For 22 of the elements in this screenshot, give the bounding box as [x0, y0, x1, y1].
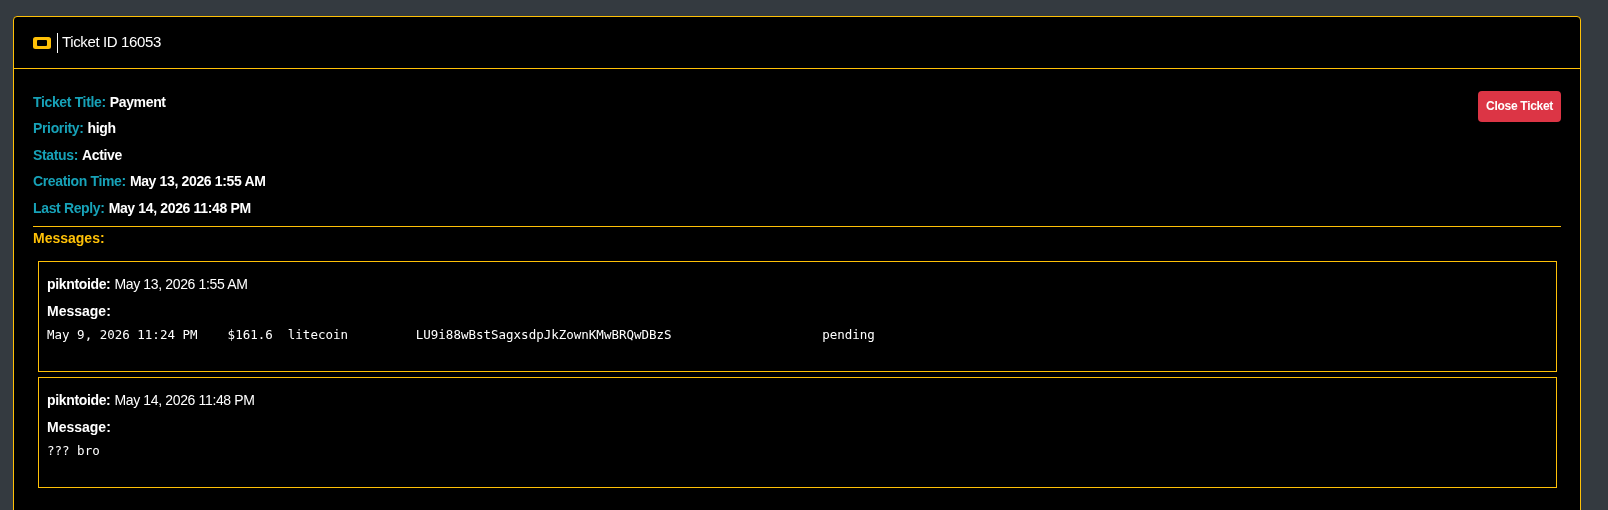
- message-time: May 14, 2026 11:48 PM: [114, 390, 255, 410]
- detail-label: Priority:: [33, 119, 84, 139]
- detail-label: Status:: [33, 145, 78, 165]
- message-time: May 13, 2026 1:55 AM: [114, 274, 248, 294]
- detail-value: high: [87, 119, 116, 139]
- message-body: May 9, 2026 11:24 PM $161.6 litecoin LU9i88wBstSagxsdpJkZownKMwBRQwDBzS pending: [47, 325, 875, 344]
- detail-value: May 14, 2026 11:48 PM: [108, 198, 251, 218]
- message-author: pikntoide:: [47, 274, 111, 294]
- detail-value: Payment: [109, 92, 166, 112]
- message-author: pikntoide:: [47, 390, 111, 410]
- detail-label: Ticket Title:: [33, 92, 106, 112]
- messages-heading: Messages:: [33, 228, 106, 248]
- message-body: ??? bro: [47, 441, 100, 460]
- message-label: Message:: [47, 301, 111, 321]
- detail-label: Last Reply:: [33, 198, 105, 218]
- ticket-header-title: Ticket ID 16053: [62, 32, 161, 53]
- detail-label: Creation Time:: [33, 172, 126, 192]
- detail-value: May 13, 2026 1:55 AM: [129, 172, 266, 192]
- close-ticket-button[interactable]: Close Ticket: [1478, 90, 1561, 122]
- ticket-icon: [33, 36, 51, 49]
- detail-value: Active: [82, 145, 122, 165]
- message-label: Message:: [47, 417, 111, 437]
